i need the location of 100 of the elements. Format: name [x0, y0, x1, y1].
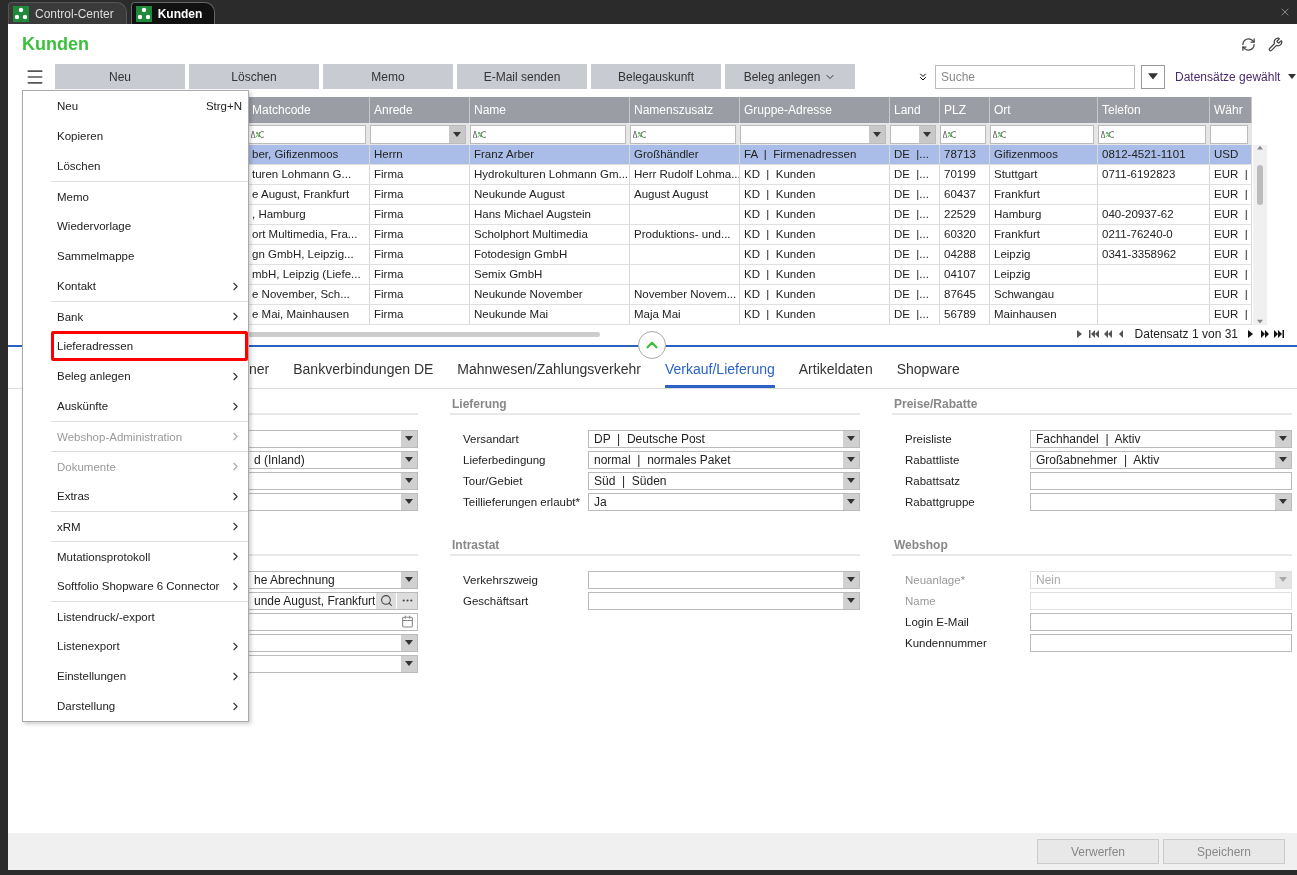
table-cell: DE |... — [890, 165, 940, 185]
select-field[interactable]: d (Inland) — [248, 450, 418, 469]
menu-item[interactable]: Sammelmappe — [51, 241, 248, 271]
expand-icon[interactable] — [917, 70, 929, 83]
select-field[interactable]: Großabnehmer | Aktiv — [1030, 450, 1292, 469]
select-field[interactable]: DP | Deutsche Post — [588, 429, 860, 448]
filter-field[interactable] — [1098, 125, 1206, 144]
menu-item[interactable]: xRM — [51, 511, 248, 541]
tab[interactable]: Verkauf/Lieferung — [665, 361, 775, 388]
filter-field[interactable] — [940, 125, 986, 144]
menu-item[interactable]: Mutationsprotokoll — [51, 541, 248, 571]
menu-item[interactable]: Kontakt — [51, 271, 248, 301]
lookup-field[interactable]: unde August, Frankfurt — [248, 591, 419, 610]
menu-item[interactable]: Löschen — [51, 151, 248, 181]
section-title: Lieferung — [450, 397, 860, 415]
table-cell: 70199 — [940, 165, 990, 185]
search-icon[interactable] — [379, 594, 393, 607]
menu-item[interactable]: Memo — [51, 181, 248, 211]
select-field[interactable] — [588, 570, 860, 589]
horizontal-scrollbar[interactable] — [248, 331, 600, 337]
window-tab[interactable]: Control-Center — [8, 2, 127, 24]
fast-forward-icon[interactable] — [1260, 329, 1270, 339]
input-field[interactable] — [1030, 471, 1292, 490]
table-cell: KD | Kunden — [740, 185, 890, 205]
table-cell: DE |... — [890, 205, 940, 225]
table-cell: DE |... — [890, 285, 940, 305]
toolbar-button[interactable]: Löschen — [189, 64, 319, 89]
filter-field[interactable] — [470, 125, 626, 144]
calendar-icon[interactable] — [401, 615, 414, 628]
last-page-icon[interactable] — [1274, 329, 1284, 339]
filter-field[interactable] — [990, 125, 1094, 144]
table-cell: e November, Sch... — [248, 285, 370, 305]
menu-item[interactable]: Kopieren — [51, 121, 248, 151]
rewind-icon[interactable] — [1102, 329, 1113, 339]
input-field[interactable] — [1030, 612, 1292, 631]
select-field[interactable]: normal | normales Paket — [588, 450, 860, 469]
window-tab[interactable]: Kunden — [130, 2, 216, 24]
table-cell: 0341-3358962 — [1098, 245, 1210, 265]
menu-item[interactable]: Darstellung — [51, 691, 248, 721]
field-label: Teillieferungen erlaubt* — [462, 495, 581, 508]
table-cell: Franz Arber — [470, 145, 630, 165]
toolbar-button[interactable]: Beleg anlegen — [725, 64, 855, 89]
toolbar-button[interactable]: Neu — [55, 64, 185, 89]
input-field[interactable] — [1030, 633, 1292, 652]
scroll-up-icon — [1257, 145, 1263, 151]
tab[interactable]: Artikeldaten — [798, 361, 873, 388]
select-field[interactable] — [248, 492, 418, 511]
refresh-icon[interactable] — [1241, 36, 1256, 52]
close-icon[interactable] — [1279, 6, 1291, 18]
date-field[interactable] — [248, 612, 418, 631]
select-field[interactable] — [248, 429, 418, 448]
menu-item[interactable]: Auskünfte — [51, 391, 248, 421]
toolbar-button[interactable]: Belegauskunft — [591, 64, 721, 89]
menu-item[interactable]: Extras — [51, 481, 248, 511]
table-cell: EUR | — [1210, 305, 1252, 325]
table-cell: Firma — [370, 185, 470, 205]
menu-item[interactable]: Lieferadressen — [51, 331, 248, 361]
menu-item[interactable]: Einstellungen — [51, 661, 248, 691]
select-field[interactable] — [248, 654, 418, 673]
select-field[interactable]: he Abrechnung — [248, 570, 418, 589]
select-field[interactable]: Süd | Süden — [588, 471, 860, 490]
collapse-button[interactable] — [638, 331, 666, 359]
filter-dropdown-button[interactable] — [1141, 64, 1165, 89]
toolbar-button[interactable]: E-Mail senden — [457, 64, 587, 89]
tab[interactable]: Bankverbindungen DE — [293, 361, 434, 388]
filter-field[interactable] — [630, 125, 736, 144]
toolbar-button[interactable]: Memo — [323, 64, 453, 89]
table-cell: Firma — [370, 285, 470, 305]
table-cell: 87645 — [940, 285, 990, 305]
table-cell: turen Lohmann G... — [248, 165, 370, 185]
select-field[interactable] — [248, 633, 418, 652]
table-cell: Leipzig — [990, 265, 1098, 285]
select-field[interactable]: Fachhandel | Aktiv — [1030, 429, 1292, 448]
search-field[interactable]: Suche — [935, 64, 1135, 89]
filter-field[interactable] — [248, 125, 366, 144]
menu-item[interactable]: Listenexport — [51, 631, 248, 661]
filter-select[interactable] — [890, 125, 936, 144]
select-field[interactable]: Ja — [588, 492, 860, 511]
scrollbar[interactable] — [1253, 145, 1267, 325]
tab[interactable]: ner — [249, 361, 270, 388]
table-cell: DE |... — [890, 185, 940, 205]
filter-field[interactable] — [1210, 125, 1248, 144]
table-cell: Firma — [370, 165, 470, 185]
wrench-icon[interactable] — [1268, 36, 1283, 52]
tab[interactable]: Shopware — [896, 361, 960, 388]
tab[interactable]: Mahnwesen/Zahlungsverkehr — [457, 361, 641, 388]
menu-item[interactable]: Bank — [51, 301, 248, 331]
table-cell: Neukunde August — [470, 185, 630, 205]
menu-item[interactable]: Neu Strg+N — [51, 91, 248, 121]
dropdown-arrow-icon — [847, 455, 855, 464]
selection-label[interactable]: Datensätze gewählt — [1175, 69, 1281, 84]
select-field[interactable] — [1030, 492, 1292, 511]
menu-item[interactable]: Beleg anlegen — [51, 361, 248, 391]
menu-item[interactable]: Wiedervorlage — [51, 211, 248, 241]
table-cell: Leipzig — [990, 245, 1098, 265]
menu-item[interactable]: Listendruck/-export — [51, 601, 248, 631]
menu-item[interactable]: Softfolio Shopware 6 Connector — [51, 571, 248, 601]
select-field[interactable] — [248, 471, 418, 490]
select-field[interactable] — [588, 591, 860, 610]
first-page-icon[interactable] — [1088, 329, 1099, 339]
